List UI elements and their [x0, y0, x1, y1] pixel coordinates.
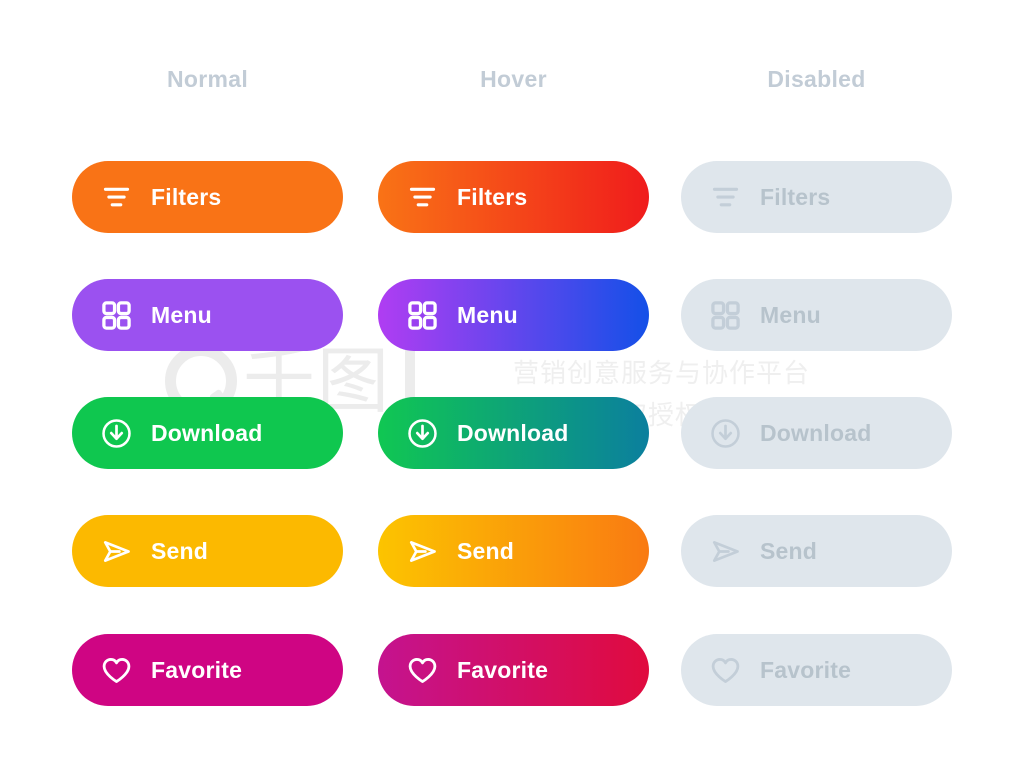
filter-icon	[409, 187, 436, 206]
menu-button-normal[interactable]: Menu	[72, 279, 343, 351]
download-button-hover[interactable]: Download	[378, 397, 649, 469]
download-button-label: Download	[760, 419, 872, 446]
download-circle-icon	[711, 418, 740, 448]
send-button-hover[interactable]: Send	[378, 515, 649, 587]
download-circle-icon	[408, 418, 437, 448]
heart-icon	[711, 657, 740, 683]
grid-icon	[711, 300, 740, 330]
send-button-disabled: Send	[681, 515, 952, 587]
grid-icon	[102, 300, 131, 330]
favorite-button-label: Favorite	[760, 656, 852, 683]
download-button-label: Download	[457, 419, 569, 446]
menu-button-disabled: Menu	[681, 279, 952, 351]
favorite-button-label: Favorite	[151, 656, 243, 683]
download-button-disabled: Download	[681, 397, 952, 469]
menu-button-hover[interactable]: Menu	[378, 279, 649, 351]
filters-button-hover[interactable]: Filters	[378, 161, 649, 233]
send-button-label: Send	[457, 537, 515, 564]
download-button-normal[interactable]: Download	[72, 397, 343, 469]
menu-button-label: Menu	[457, 301, 518, 328]
download-circle-icon	[102, 418, 131, 448]
filters-button-disabled: Filters	[681, 161, 952, 233]
button-kit-canvas: 千图 营销创意服务与协作平台 商用请获取授权 Normal Hover Disa…	[0, 0, 1024, 776]
menu-button-label: Menu	[760, 301, 821, 328]
filter-icon	[103, 187, 130, 206]
filter-icon	[712, 187, 739, 206]
send-icon	[712, 540, 739, 562]
send-button-label: Send	[151, 537, 209, 564]
send-button-label: Send	[760, 537, 818, 564]
send-icon	[103, 540, 130, 562]
favorite-button-disabled: Favorite	[681, 634, 952, 706]
filters-button-normal[interactable]: Filters	[72, 161, 343, 233]
download-button-label: Download	[151, 419, 263, 446]
favorite-button-hover[interactable]: Favorite	[378, 634, 649, 706]
heart-icon	[408, 657, 437, 683]
filters-button-label: Filters	[151, 183, 222, 210]
button-rows: Filters Filters Filters Menu Menu Menu Downloa…	[0, 0, 1024, 776]
grid-icon	[408, 300, 437, 330]
menu-button-label: Menu	[151, 301, 212, 328]
filters-button-label: Filters	[457, 183, 528, 210]
favorite-button-normal[interactable]: Favorite	[72, 634, 343, 706]
send-icon	[409, 540, 436, 562]
favorite-button-label: Favorite	[457, 656, 549, 683]
filters-button-label: Filters	[760, 183, 831, 210]
heart-icon	[102, 657, 131, 683]
send-button-normal[interactable]: Send	[72, 515, 343, 587]
